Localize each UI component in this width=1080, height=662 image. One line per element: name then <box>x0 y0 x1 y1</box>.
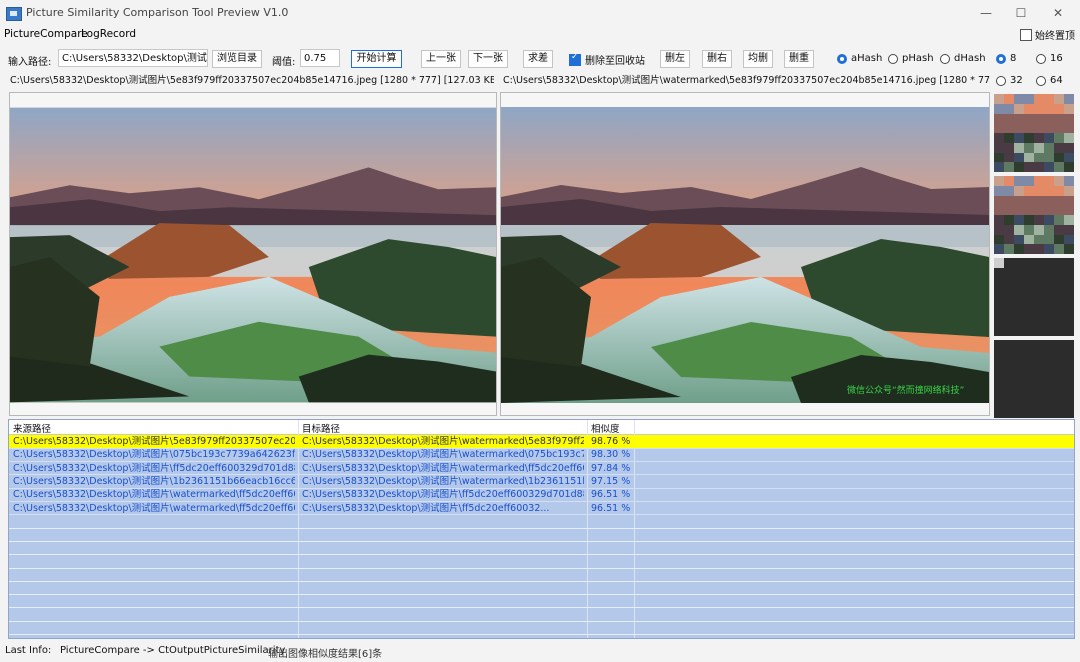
radio-ahash-label: aHash <box>851 53 883 64</box>
radio-dhash-dot[interactable] <box>940 53 950 64</box>
table-row[interactable]: C:\Users\58332\Desktop\测试图片\075bc193c773… <box>9 448 1074 461</box>
cell-similarity: 96.51 % <box>591 502 631 514</box>
right-image-info: C:\Users\58332\Desktop\测试图片\watermarked\… <box>503 75 990 86</box>
status-message: 输出图像相似度结果[6]条 <box>268 649 383 660</box>
delete-to-bin-toggle[interactable]: 删除至回收站 <box>569 52 645 67</box>
always-on-top-label: 始终置顶 <box>1035 31 1075 42</box>
watermark-text: 微信公众号“然而撞网络科技” <box>847 386 965 396</box>
radio-size-64-dot[interactable] <box>1036 75 1046 86</box>
threshold-field[interactable]: 0.75 <box>300 49 340 67</box>
radio-size-8[interactable]: 8 <box>996 53 1016 64</box>
menu-log-record[interactable]: LogRecord <box>81 28 136 40</box>
cell-similarity: 98.30 % <box>591 449 631 461</box>
cell-source-path: C:\Users\58332\Desktop\测试图片\5e83f979ff20… <box>13 436 295 447</box>
table-row[interactable]: C:\Users\58332\Desktop\测试图片\1b2361151b66… <box>9 475 1074 488</box>
menu-picture-compare[interactable]: PictureCompare <box>4 28 88 40</box>
status-bar: Last Info: PictureCompare -> CtOutputPic… <box>0 641 1080 662</box>
thumb-right-gray <box>994 340 1074 418</box>
header-similarity[interactable]: 相似度 <box>591 421 620 435</box>
radio-size-64-label: 64 <box>1050 75 1063 86</box>
table-row[interactable]: C:\Users\58332\Desktop\测试图片\watermarked\… <box>9 488 1074 501</box>
right-preview-image: 微信公众号“然而撞网络科技” <box>501 107 989 403</box>
radio-size-32-dot[interactable] <box>996 75 1006 86</box>
start-button[interactable]: 开始计算 <box>351 50 402 68</box>
radio-dhash-label: dHash <box>954 53 986 64</box>
cell-target-path: C:\Users\58332\Desktop\测试图片\watermarked\… <box>302 462 584 474</box>
left-image-panel[interactable] <box>9 92 497 416</box>
prev-button[interactable]: 上一张 <box>421 50 461 68</box>
radio-size-8-label: 8 <box>1010 53 1017 64</box>
cell-source-path: C:\Users\58332\Desktop\测试图片\watermarked\… <box>13 489 295 501</box>
radio-ahash[interactable]: aHash <box>837 53 882 64</box>
delete-to-bin-checkbox[interactable] <box>569 52 581 66</box>
browse-button[interactable]: 浏览目录 <box>212 50 262 68</box>
radio-size-32-label: 32 <box>1010 75 1023 86</box>
header-source[interactable]: 来源路径 <box>13 421 51 435</box>
radio-size-16-dot[interactable] <box>1036 53 1046 64</box>
cell-source-path: C:\Users\58332\Desktop\测试图片\075bc193c773… <box>13 449 295 461</box>
always-on-top-checkbox[interactable] <box>1020 28 1032 41</box>
threshold-label: 阈值: <box>272 57 296 68</box>
left-preview-image <box>10 107 496 403</box>
cell-similarity: 96.51 % <box>591 489 631 501</box>
radio-ahash-dot[interactable] <box>837 53 847 64</box>
next-button[interactable]: 下一张 <box>468 50 508 68</box>
radio-phash-label: pHash <box>902 53 934 64</box>
cell-target-path: C:\Users\58332\Desktop\测试图片\ff5dc20eff60… <box>302 502 550 514</box>
table-row[interactable]: C:\Users\58332\Desktop\测试图片\ff5dc20eff60… <box>9 462 1074 475</box>
thumb-left-color <box>994 94 1074 172</box>
app-icon <box>6 7 22 21</box>
cell-target-path: C:\Users\58332\Desktop\测试图片\ff5dc20eff60… <box>302 489 584 501</box>
delete-right-button[interactable]: 删右 <box>702 50 732 68</box>
results-table[interactable]: 来源路径 目标路径 相似度 C:\Users\58332\Desktop\测试图… <box>8 419 1075 639</box>
cell-target-path: C:\Users\58332\Desktop\测试图片\watermarked\… <box>302 449 584 461</box>
hash-thumbnails <box>993 92 1075 418</box>
delete-dup-button[interactable]: 删重 <box>784 50 814 68</box>
radio-size-32[interactable]: 32 <box>996 75 1023 86</box>
delete-left-button[interactable]: 删左 <box>660 50 690 68</box>
status-label: Last Info: <box>5 645 52 656</box>
window-title: Picture Similarity Comparison Tool Previ… <box>26 6 289 19</box>
always-on-top-toggle[interactable]: 始终置顶 <box>1020 27 1075 42</box>
radio-dhash[interactable]: dHash <box>940 53 986 64</box>
delete-to-bin-label: 删除至回收站 <box>585 56 645 67</box>
cell-similarity: 97.84 % <box>591 462 631 474</box>
radio-size-8-dot[interactable] <box>996 53 1006 64</box>
diff-button[interactable]: 求差 <box>523 50 553 68</box>
thumb-left-gray <box>994 258 1074 336</box>
maximize-button[interactable]: ☐ <box>1003 3 1039 23</box>
radio-size-16[interactable]: 16 <box>1036 53 1063 64</box>
table-row[interactable]: C:\Users\58332\Desktop\测试图片\watermarked\… <box>9 502 1074 515</box>
cell-similarity: 98.76 % <box>591 436 631 447</box>
header-target[interactable]: 目标路径 <box>302 421 340 435</box>
cell-source-path: C:\Users\58332\Desktop\测试图片\watermarked\… <box>13 502 295 514</box>
minimize-button[interactable]: — <box>968 3 1004 23</box>
title-bar: Picture Similarity Comparison Tool Previ… <box>0 0 1080 26</box>
thumb-right-color <box>994 176 1074 254</box>
close-button[interactable]: ✕ <box>1040 3 1076 23</box>
cell-similarity: 97.15 % <box>591 475 631 487</box>
status-route: PictureCompare -> CtOutputPictureSimilar… <box>60 645 286 656</box>
left-image-info: C:\Users\58332\Desktop\测试图片\5e83f979ff20… <box>10 75 494 86</box>
table-header: 来源路径 目标路径 相似度 <box>9 420 1074 435</box>
radio-size-16-label: 16 <box>1050 53 1063 64</box>
radio-phash-dot[interactable] <box>888 53 898 64</box>
cell-target-path: C:\Users\58332\Desktop\测试图片\watermarked\… <box>302 475 584 487</box>
radio-phash[interactable]: pHash <box>888 53 934 64</box>
cell-source-path: C:\Users\58332\Desktop\测试图片\ff5dc20eff60… <box>13 462 295 474</box>
cell-source-path: C:\Users\58332\Desktop\测试图片\1b2361151b66… <box>13 475 295 487</box>
table-row[interactable]: C:\Users\58332\Desktop\测试图片\5e83f979ff20… <box>9 435 1074 448</box>
input-path-label: 输入路径: <box>8 57 52 68</box>
cell-target-path: C:\Users\58332\Desktop\测试图片\watermarked\… <box>302 436 584 447</box>
radio-size-64[interactable]: 64 <box>1036 75 1063 86</box>
right-image-panel[interactable]: 微信公众号“然而撞网络科技” <box>500 92 990 416</box>
delete-both-button[interactable]: 均删 <box>743 50 773 68</box>
input-path-field[interactable]: C:\Users\58332\Desktop\测试图片 <box>58 49 208 67</box>
